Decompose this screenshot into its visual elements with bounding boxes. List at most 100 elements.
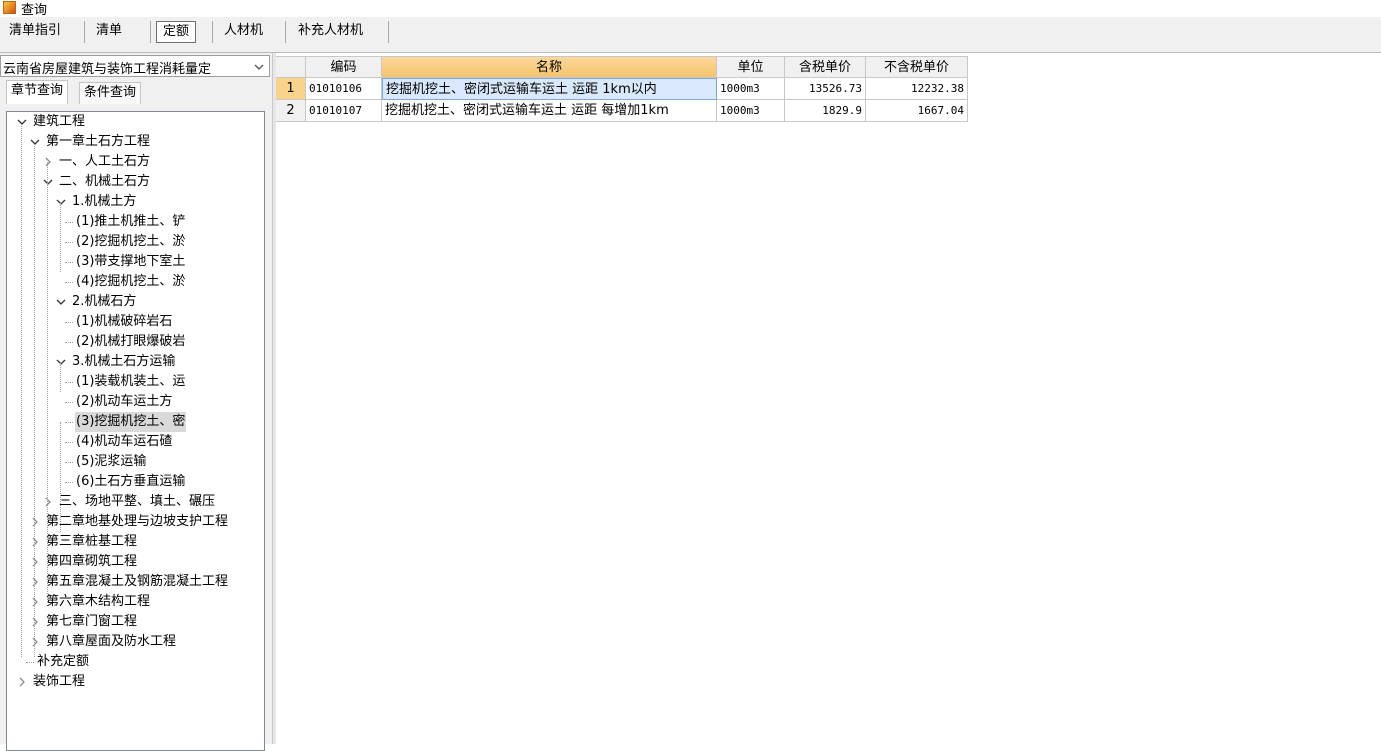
tree-node-label: (1)机械破碎岩石 bbox=[76, 314, 173, 329]
cell-tax-price[interactable]: 13526.73 bbox=[785, 78, 866, 100]
chevron-right-icon[interactable] bbox=[43, 157, 53, 167]
tree-node-label: 二、机械土石方 bbox=[59, 174, 151, 189]
chevron-down-icon[interactable] bbox=[43, 177, 53, 187]
chevron-down-icon[interactable] bbox=[56, 357, 66, 367]
tree-node-label: 补充定额 bbox=[37, 654, 90, 669]
tree-node-label: (4)挖掘机挖土、淤 bbox=[76, 274, 186, 289]
tree-connector bbox=[60, 362, 61, 392]
library-select[interactable]: 云南省房屋建筑与装饰工程消耗量定 bbox=[0, 55, 270, 77]
cell-name[interactable]: 挖掘机挖土、密闭式运输车运土 运距 每增加1km bbox=[382, 100, 717, 122]
tree-node-label: 1.机械土方 bbox=[72, 194, 137, 209]
tree-connector bbox=[65, 462, 73, 463]
chapter-tree: 建筑工程第一章土石方工程一、人工土石方 二、机械土石方 1.机械土方 (1)推土机推土… bbox=[6, 111, 265, 751]
tree-node-label: 装饰工程 bbox=[33, 674, 86, 689]
tab-list[interactable]: 清单 bbox=[90, 20, 128, 42]
header-name[interactable]: 名称 bbox=[382, 56, 717, 78]
chevron-right-icon[interactable] bbox=[30, 557, 40, 567]
tree-node-label: 第五章混凝土及钢筋混凝土工程 bbox=[46, 574, 229, 589]
tree-connector bbox=[34, 142, 35, 657]
tree-connector bbox=[65, 342, 73, 343]
subtab-condition-query[interactable]: 条件查询 bbox=[79, 82, 142, 104]
top-tab-bar: 清单指引 清单 定额 人材机 补充人材机 bbox=[0, 17, 1381, 47]
tree-connector bbox=[65, 482, 73, 483]
cell-unit[interactable]: 1000m3 bbox=[717, 100, 785, 122]
chevron-down-icon[interactable] bbox=[56, 297, 66, 307]
tree-connector bbox=[21, 122, 22, 657]
tab-separator bbox=[388, 21, 389, 43]
tab-quota[interactable]: 定额 bbox=[156, 21, 197, 43]
header-code[interactable]: 编码 bbox=[306, 56, 382, 78]
tree-connector bbox=[60, 422, 61, 532]
tree-node-label: 第一章土石方工程 bbox=[46, 134, 151, 149]
tree-connector bbox=[60, 202, 61, 272]
tab-separator bbox=[212, 21, 213, 43]
chevron-right-icon[interactable] bbox=[30, 517, 40, 527]
cell-notax-price[interactable]: 1667.04 bbox=[866, 100, 968, 122]
tree-node-label: 第七章门窗工程 bbox=[46, 614, 138, 629]
cell-code[interactable]: 01010107 bbox=[306, 100, 382, 122]
chevron-down-icon bbox=[254, 64, 264, 70]
header-unit[interactable]: 单位 bbox=[717, 56, 785, 78]
tree-node-label: 第六章木结构工程 bbox=[46, 594, 151, 609]
cell-name[interactable]: 挖掘机挖土、密闭式运输车运土 运距 1km以内 bbox=[382, 78, 717, 100]
chevron-right-icon[interactable] bbox=[30, 597, 40, 607]
chevron-right-icon[interactable] bbox=[30, 617, 40, 627]
chevron-down-icon[interactable] bbox=[17, 117, 27, 127]
header-notax-price[interactable]: 不含税单价 bbox=[866, 56, 968, 78]
tree-connector bbox=[65, 262, 73, 263]
tree-node-label: (6)土石方垂直运输 bbox=[76, 474, 186, 489]
panel-splitter[interactable] bbox=[272, 53, 276, 744]
tree-node-label: (2)挖掘机挖土、淤 bbox=[76, 234, 186, 249]
tree-node-label: (5)泥浆运输 bbox=[76, 454, 147, 469]
tab-separator bbox=[84, 21, 85, 43]
tree-node-label: 第二章地基处理与边坡支护工程 bbox=[46, 514, 229, 529]
tree-connector bbox=[47, 162, 48, 602]
chevron-right-icon[interactable] bbox=[43, 497, 53, 507]
tree-connector bbox=[26, 662, 34, 663]
header-corner bbox=[276, 56, 306, 78]
tree-connector bbox=[65, 382, 73, 383]
tree-node-label: 2.机械石方 bbox=[72, 294, 137, 309]
tree-connector bbox=[65, 282, 73, 283]
window-titlebar: 查询 bbox=[0, 0, 1381, 18]
tree-node-label: (4)机动车运石碴 bbox=[76, 434, 173, 449]
left-panel: 云南省房屋建筑与装饰工程消耗量定 章节查询 条件查询 建筑工程第一章土石方工程一… bbox=[0, 53, 272, 751]
tab-labor-material-machine[interactable]: 人材机 bbox=[218, 20, 269, 42]
tree-node-label: (3)带支撑地下室土 bbox=[76, 254, 186, 269]
tree-connector bbox=[65, 402, 73, 403]
header-tax-price[interactable]: 含税单价 bbox=[785, 56, 866, 78]
cell-unit[interactable]: 1000m3 bbox=[717, 78, 785, 100]
tree-node-label: (2)机动车运土方 bbox=[76, 394, 173, 409]
tree-connector bbox=[65, 442, 73, 443]
tab-separator bbox=[285, 21, 286, 43]
app-icon bbox=[3, 1, 16, 14]
chevron-right-icon[interactable] bbox=[30, 577, 40, 587]
library-select-value: 云南省房屋建筑与装饰工程消耗量定 bbox=[3, 62, 212, 77]
tree-node-label: (1)推土机推土、铲 bbox=[76, 214, 186, 229]
chevron-down-icon[interactable] bbox=[56, 197, 66, 207]
tree-node-label: 建筑工程 bbox=[33, 114, 86, 129]
chevron-right-icon[interactable] bbox=[30, 637, 40, 647]
tree-connector bbox=[65, 422, 73, 423]
chevron-down-icon[interactable] bbox=[30, 137, 40, 147]
cell-code[interactable]: 01010106 bbox=[306, 78, 382, 100]
row-index: 1 bbox=[276, 78, 306, 100]
subtab-chapter-query[interactable]: 章节查询 bbox=[6, 80, 69, 104]
tab-list-guide[interactable]: 清单指引 bbox=[3, 20, 67, 42]
tab-separator bbox=[150, 21, 151, 43]
tree-node-label: 3.机械土石方运输 bbox=[72, 354, 176, 369]
chevron-right-icon[interactable] bbox=[17, 677, 27, 687]
tab-supplement-labor-material-machine[interactable]: 补充人材机 bbox=[292, 20, 369, 42]
tree-node-label: (2)机械打眼爆破岩 bbox=[76, 334, 186, 349]
tree-node-label: (1)装载机装土、运 bbox=[76, 374, 186, 389]
chevron-right-icon[interactable] bbox=[30, 537, 40, 547]
tree-node-label: 第八章屋面及防水工程 bbox=[46, 634, 177, 649]
window-title: 查询 bbox=[21, 3, 48, 18]
cell-notax-price[interactable]: 12232.38 bbox=[866, 78, 968, 100]
tree-node-label: 三、场地平整、填土、碾压 bbox=[59, 494, 216, 509]
cell-tax-price[interactable]: 1829.9 bbox=[785, 100, 866, 122]
tree-node-label: 一、人工土石方 bbox=[59, 154, 151, 169]
tree-connector bbox=[65, 242, 73, 243]
tree-connector bbox=[65, 322, 73, 323]
tree-connector bbox=[65, 222, 73, 223]
